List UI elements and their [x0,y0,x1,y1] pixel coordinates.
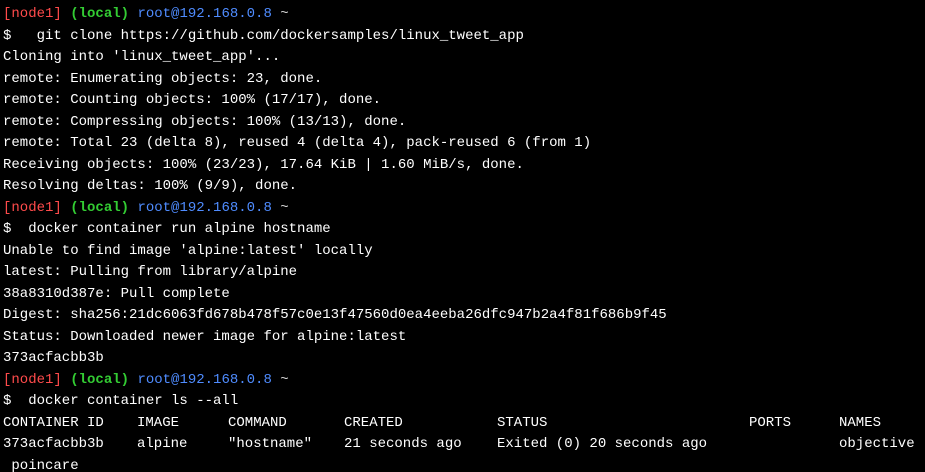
prompt-path: ~ [280,199,289,216]
shell-prompt: [node1] (local) root@192.168.0.8 ~ [3,370,925,392]
cell-command: "hostname" [228,436,313,452]
column-header-status: STATUS [497,414,548,431]
prompt-path: ~ [280,6,289,22]
column-header-container-id: CONTAINER ID [3,414,104,431]
output-line: Digest: sha256:21dc6063fd678b478f57c0e13… [3,307,667,323]
prompt-local: (local) [70,371,130,388]
output-line: 38a8310d387e: Pull complete [3,285,230,302]
column-header-command: COMMAND [228,414,287,431]
output-line: remote: Counting objects: 100% (17/17), … [3,92,382,108]
prompt-host: root@192.168.0.8 [137,6,272,22]
output-line: latest: Pulling from library/alpine [3,264,298,280]
shell-prompt: [node1] (local) root@192.168.0.8 ~ [3,198,925,220]
prompt-local: (local) [70,6,130,22]
output-line: remote: Enumerating objects: 23, done. [3,70,323,87]
prompt-node: [node1] [3,6,62,22]
output-line: Resolving deltas: 100% (9/9), done. [3,178,298,194]
table-row: 373acfacbb3b alpine "hostname" 21 second… [3,434,925,456]
command-line: $ docker container ls --all [3,393,239,409]
column-header-image: IMAGE [137,414,180,431]
output-line: remote: Total 23 (delta 8), reused 4 (de… [3,135,592,151]
prompt-node: [node1] [3,199,62,216]
command-line: $ docker container run alpine hostname [3,221,331,237]
table-header-row: CONTAINER ID IMAGE COMMAND CREATED STATU… [3,413,925,435]
prompt-path: ~ [280,371,289,388]
shell-prompt: [node1] (local) root@192.168.0.8 ~ [3,4,925,26]
output-line: remote: Compressing objects: 100% (13/13… [3,113,407,130]
cell-status: Exited (0) 20 seconds ago [497,436,708,452]
output-line: Cloning into 'linux_tweet_app'... [3,49,281,65]
cell-created: 21 seconds ago [344,436,462,452]
cell-container-id: 373acfacbb3b [3,436,104,452]
output-line: 373acfacbb3b [3,350,104,366]
output-line: Receiving objects: 100% (23/23), 17.64 K… [3,156,524,173]
column-header-names: NAMES [839,414,882,431]
terminal-window[interactable]: [node1] (local) root@192.168.0.8 ~ $ git… [0,0,925,472]
wrapped-name-line: poincare [3,457,79,472]
cell-names: objective [839,436,915,452]
column-header-created: CREATED [344,414,403,431]
prompt-host: root@192.168.0.8 [137,371,272,388]
command-line: $ git clone https://github.com/dockersam… [3,27,524,44]
prompt-node: [node1] [3,371,62,388]
output-line: Unable to find image 'alpine:latest' loc… [3,242,373,259]
column-header-ports: PORTS [749,414,792,431]
cell-image: alpine [137,436,188,452]
prompt-local: (local) [70,199,130,216]
prompt-host: root@192.168.0.8 [137,199,272,216]
output-line: Status: Downloaded newer image for alpin… [3,328,407,345]
